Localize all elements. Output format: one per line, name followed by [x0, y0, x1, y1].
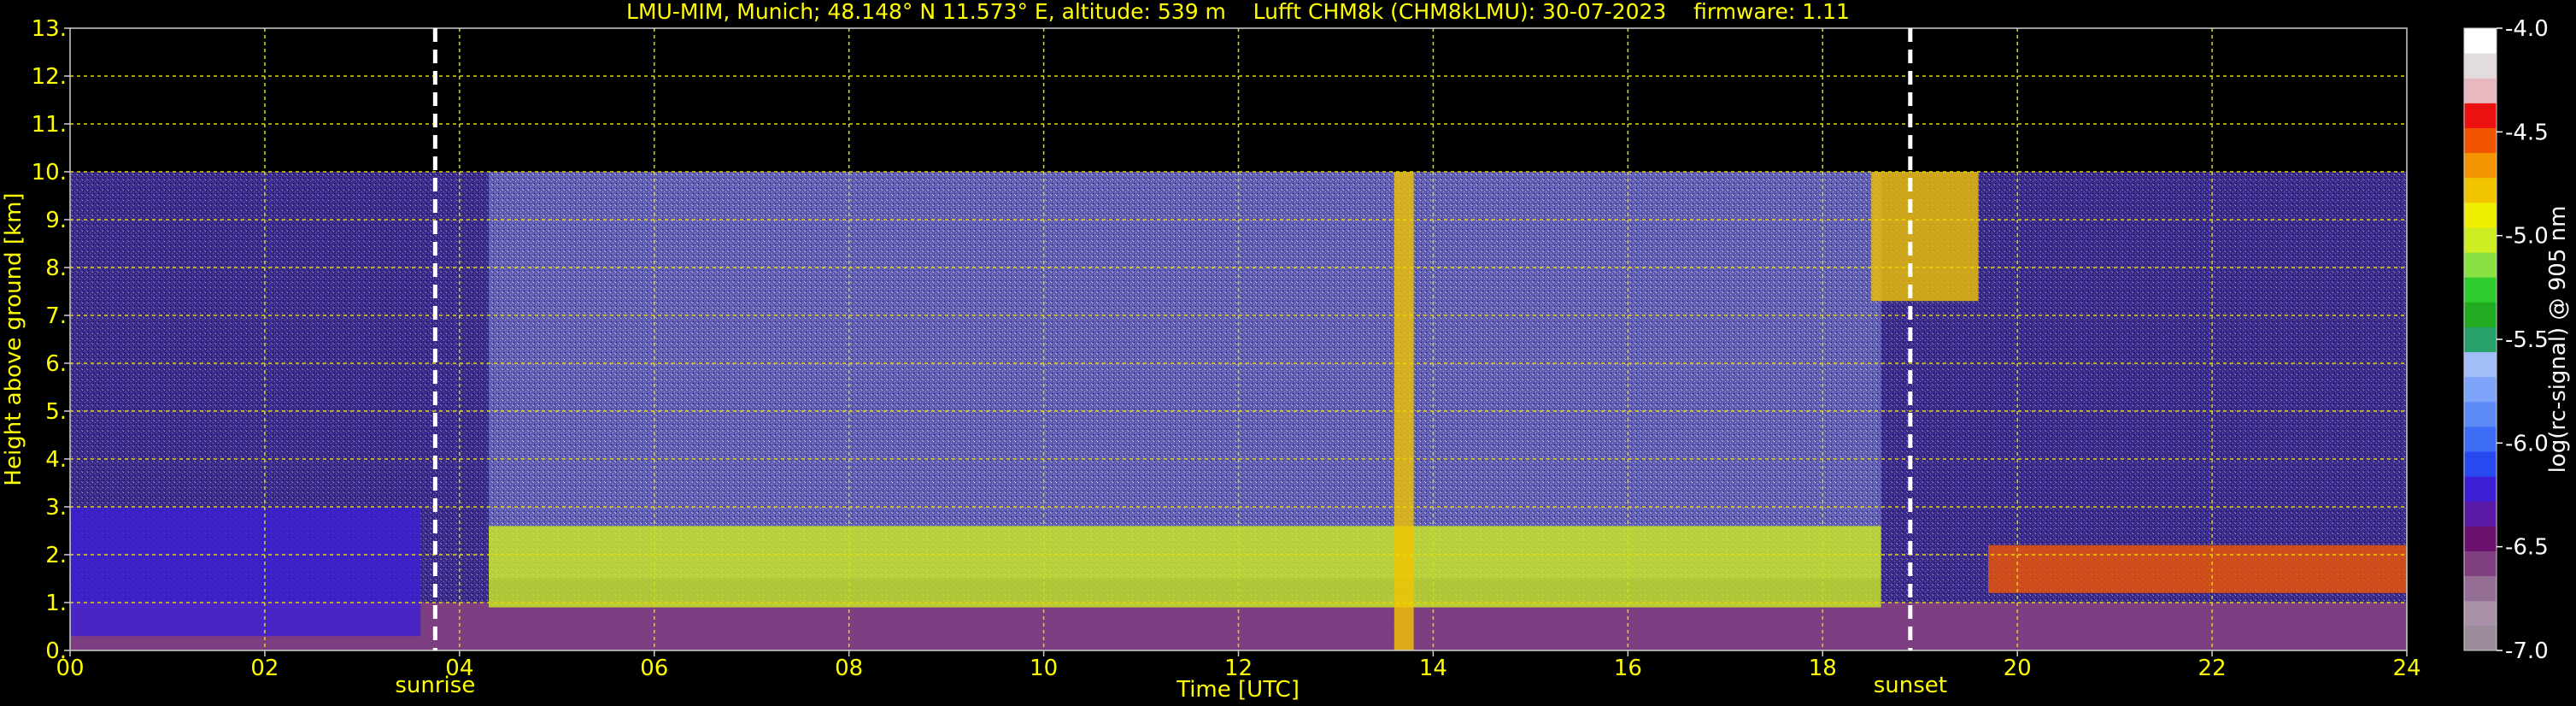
y-tick-label: 4.	[45, 447, 67, 473]
y-tick-label: 1.	[45, 591, 67, 616]
y-tick-label: 8.	[45, 256, 67, 281]
colorbar-tick-label: -4.0	[2505, 16, 2549, 42]
colorbar-swatch	[2464, 501, 2497, 527]
x-tick-label: 10	[1030, 656, 1058, 681]
region-2	[489, 526, 1881, 608]
y-tick-label: 11.	[32, 112, 67, 138]
x-tick-label: 16	[1614, 656, 1642, 681]
colorbar-swatch	[2464, 302, 2497, 327]
region-5	[1987, 544, 2407, 593]
y-tick-label: 10.	[32, 160, 67, 185]
colorbar-swatch	[2464, 53, 2497, 79]
y-tick-label: 6.	[45, 351, 67, 377]
x-tick-label: 18	[1809, 656, 1837, 681]
y-tick-label: 2.	[45, 543, 67, 568]
colorbar-swatch	[2464, 103, 2497, 128]
colorbar-swatch	[2464, 550, 2497, 577]
y-axis-label: Height above ground [km]	[1, 192, 26, 485]
y-axis-ticks: 0. 1. 2. 3. 4. 5. 6. 7. 8. 9. 10. 11. 12. 13.	[32, 16, 70, 664]
colorbar-tick-label: -6.5	[2505, 535, 2549, 561]
colorbar-swatch	[2464, 401, 2497, 427]
y-tick-label: 3.	[45, 495, 67, 521]
colorbar-tick-label: -5.5	[2505, 327, 2549, 353]
colorbar-swatch	[2464, 600, 2497, 627]
chart-title: LMU-MIM, Munich; 48.148° N 11.573° E, al…	[626, 0, 1850, 24]
y-tick-label: 5.	[45, 399, 67, 425]
colorbar-swatch	[2464, 177, 2497, 203]
sunrise-label: sunrise	[395, 673, 475, 698]
colorbar-swatch	[2464, 476, 2497, 502]
colorbar-swatch	[2464, 277, 2497, 303]
y-tick-label: 13.	[32, 16, 67, 42]
region-1	[70, 507, 421, 637]
colorbar-swatch	[2464, 127, 2497, 154]
x-tick-label: 20	[2004, 656, 2032, 681]
ceilometer-chart: 00 02 04 06 08 10 12 14 16 18 20 22 24 0.1.2.3.4.5.6…	[1, 0, 2571, 703]
x-tick-label: 08	[835, 656, 863, 681]
colorbar-swatch	[2464, 451, 2497, 477]
colorbar-swatch	[2464, 152, 2497, 179]
colorbar-label: log(rc-signal) @ 905 nm	[2545, 206, 2571, 474]
y-tick-label: 0.	[45, 638, 67, 664]
y-tick-label: 9.	[45, 208, 67, 233]
colorbar: -4.0 -4.5 -5.0 -5.5 -6.0 -6.5 -7.0	[2463, 16, 2549, 664]
daytime-noise-texture	[489, 172, 1881, 579]
colorbar-swatch	[2464, 28, 2497, 54]
region-4	[1871, 172, 1979, 302]
x-tick-label: 06	[640, 656, 668, 681]
colorbar-swatch	[2464, 526, 2497, 552]
x-tick-label: 02	[250, 656, 279, 681]
y-tick-label: 12.	[32, 64, 67, 90]
x-axis-label: Time [UTC]	[1176, 677, 1300, 703]
colorbar-swatch	[2464, 625, 2497, 651]
colorbar-swatch	[2464, 202, 2497, 228]
colorbar-tick-label: -6.0	[2505, 431, 2549, 456]
colorbar-swatch	[2464, 252, 2497, 278]
x-tick-label: 24	[2392, 656, 2421, 681]
colorbar-tick-label: -5.0	[2505, 224, 2549, 250]
colorbar-swatch	[2464, 575, 2497, 602]
colorbar-swatch	[2464, 426, 2497, 452]
y-tick-label: 7.	[45, 303, 67, 329]
colorbar-tick-label: -7.0	[2505, 638, 2549, 664]
colorbar-swatch	[2464, 78, 2497, 103]
x-tick-label: 14	[1419, 656, 1447, 681]
colorbar-tick-label: -4.5	[2505, 120, 2549, 145]
sunset-label: sunset	[1874, 673, 1947, 698]
colorbar-swatch	[2464, 351, 2497, 378]
colorbar-swatch	[2464, 327, 2497, 353]
colorbar-swatch	[2464, 227, 2497, 253]
x-tick-label: 22	[2198, 656, 2227, 681]
colorbar-swatch	[2464, 376, 2497, 403]
